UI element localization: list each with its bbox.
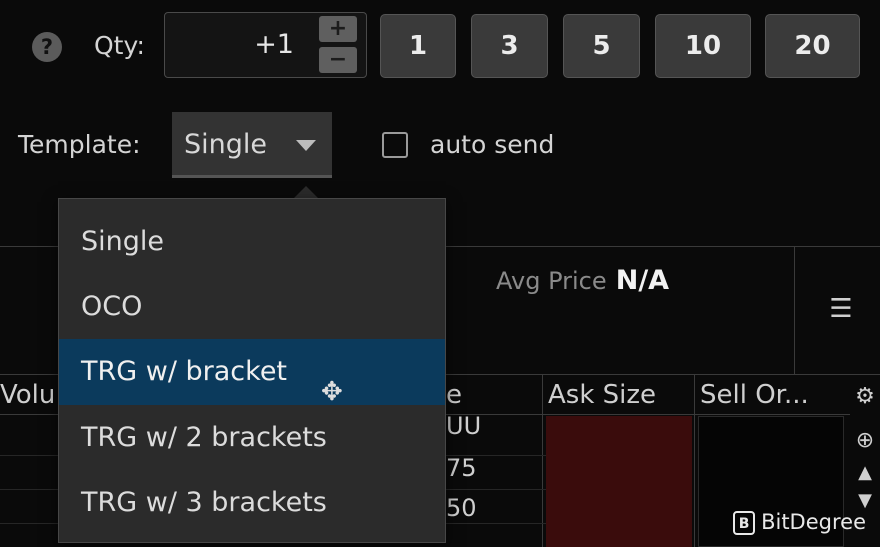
quantity-stepper[interactable]: +1 + − xyxy=(164,12,367,78)
help-icon[interactable]: ? xyxy=(32,32,62,62)
divider xyxy=(794,246,795,374)
menu-item-single[interactable]: Single xyxy=(59,209,445,275)
column-header-volume[interactable]: Volu xyxy=(0,380,55,410)
watermark-text: BitDegree xyxy=(761,510,866,534)
template-label: Template: xyxy=(18,130,141,159)
menu-item-oco[interactable]: OCO xyxy=(59,274,445,340)
ask-size-cells[interactable] xyxy=(546,416,692,547)
price-cell[interactable]: 75 xyxy=(446,454,477,482)
bitdegree-logo-icon: B xyxy=(733,511,756,535)
template-select[interactable]: Single xyxy=(172,112,332,178)
qty-preset-button-5[interactable]: 5 xyxy=(563,14,640,78)
qty-preset-button-1[interactable]: 1 xyxy=(380,14,456,78)
avg-price-label: Avg Price xyxy=(496,267,607,295)
template-dropdown-menu[interactable]: Single OCO TRG w/ bracket ✥ TRG w/ 2 bra… xyxy=(58,198,446,543)
zoom-in-icon[interactable]: ⊕ xyxy=(848,424,880,458)
menu-item-label: TRG w/ bracket xyxy=(81,356,288,387)
menu-item-trg-3-brackets[interactable]: TRG w/ 3 brackets xyxy=(59,470,445,536)
dropdown-pointer xyxy=(294,186,318,198)
menu-item-trg-bracket[interactable]: TRG w/ bracket ✥ xyxy=(59,339,445,407)
qty-preset-button-20[interactable]: 20 xyxy=(765,14,860,78)
avg-price-value: N/A xyxy=(615,265,670,296)
column-header-price[interactable]: e xyxy=(446,380,462,410)
column-header-ask-size[interactable]: Ask Size xyxy=(548,380,656,410)
qty-label: Qty: xyxy=(94,31,145,60)
avg-price: Avg Price N/A xyxy=(496,265,669,296)
template-selected-value: Single xyxy=(184,129,268,160)
decrement-button[interactable]: − xyxy=(319,47,357,73)
auto-send-checkbox[interactable] xyxy=(382,132,408,158)
divider xyxy=(542,374,543,547)
gear-icon[interactable]: ⚙ xyxy=(848,380,880,414)
watermark: B BitDegree xyxy=(733,510,866,535)
price-cell[interactable]: 50 xyxy=(446,494,477,522)
chevron-down-icon xyxy=(296,140,316,151)
auto-send-label: auto send xyxy=(430,130,555,159)
column-header-sell-orders[interactable]: Sell Or... xyxy=(700,380,809,410)
menu-item-trg-2-brackets[interactable]: TRG w/ 2 brackets xyxy=(59,405,445,471)
price-cell[interactable]: UU xyxy=(446,412,481,440)
list-menu-icon[interactable]: ☰ xyxy=(824,292,858,326)
qty-preset-button-10[interactable]: 10 xyxy=(655,14,751,78)
qty-preset-button-3[interactable]: 3 xyxy=(471,14,548,78)
increment-button[interactable]: + xyxy=(319,16,357,42)
divider xyxy=(694,374,695,547)
quantity-value[interactable]: +1 xyxy=(254,29,294,60)
